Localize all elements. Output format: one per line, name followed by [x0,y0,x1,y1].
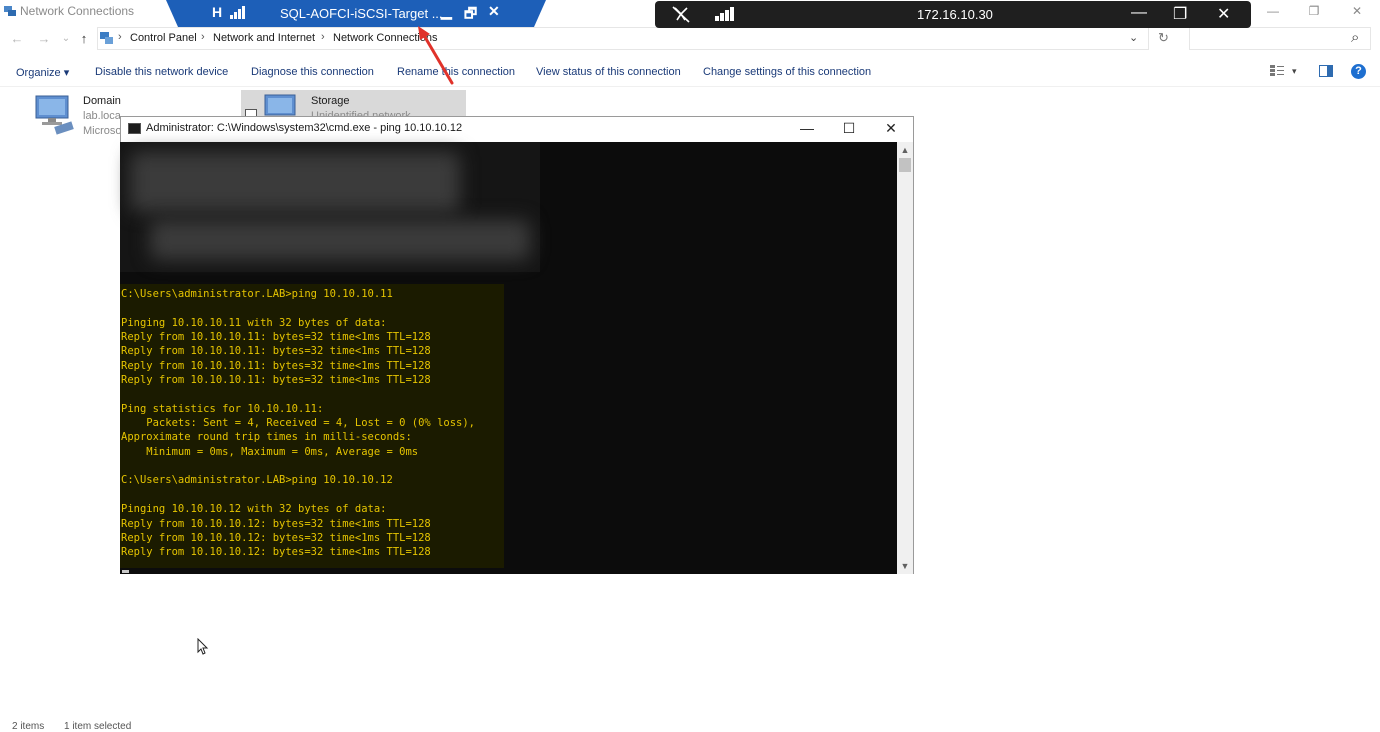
domain-connection-device: Microso [83,125,122,137]
console-cursor [122,570,129,573]
help-icon[interactable]: ? [1351,64,1366,79]
view-dropdown-icon[interactable]: ▾ [1292,66,1297,77]
console-output: C:\Users\administrator.LAB>ping 10.10.10… [121,288,476,559]
console-scrollbar[interactable] [897,142,913,574]
breadcrumb-network-and-internet[interactable]: Network and Internet [213,32,315,44]
storage-connection-name[interactable]: Storage [311,95,350,107]
status-bar [0,718,1380,729]
cmd-maximize-button[interactable]: ☐ [829,119,869,137]
network-connections-icon [4,6,16,16]
domain-network-adapter-icon[interactable] [33,94,77,136]
breadcrumb-control-panel[interactable]: Control Panel [130,32,197,44]
remote-connection-minimize-button[interactable]: — [1131,4,1147,22]
breadcrumb-separator: › [118,31,122,43]
status-selected-count: 1 item selected [64,721,132,732]
remote-close-button[interactable]: ✕ [488,3,500,20]
mouse-pointer-icon [197,638,209,655]
forward-arrow-icon[interactable]: → [36,31,52,47]
cmd-window-title: Administrator: C:\Windows\system32\cmd.e… [146,122,463,134]
domain-connection-network: lab.loca [83,110,121,122]
organize-button[interactable]: Organize ▾ [16,66,69,79]
search-icon[interactable]: ⌕ [1351,29,1359,46]
remote-minimize-button[interactable]: ▁ [441,3,452,20]
control-panel-icon [100,32,113,44]
view-status-button[interactable]: View status of this connection [536,66,681,78]
remote-session-title: SQL-AOFCI-iSCSI-Target ... [280,6,443,21]
recent-locations-icon[interactable]: ⌄ [58,31,74,47]
remote-restore-button[interactable]: 🗗 [464,3,477,27]
preview-pane-icon[interactable] [1319,65,1333,77]
search-input[interactable] [1189,27,1371,50]
diagnose-connection-button[interactable]: Diagnose this connection [251,66,374,78]
explorer-maximize-button[interactable]: ❐ [1299,2,1329,22]
scroll-up-icon[interactable]: ▲ [898,145,912,155]
signal-strength-icon [230,6,245,19]
view-options-icon[interactable] [1270,65,1284,77]
address-dropdown-icon[interactable]: ⌄ [1129,31,1138,44]
breadcrumb-separator: › [321,31,325,43]
breadcrumb-separator: › [201,31,205,43]
explorer-minimize-button[interactable]: — [1258,2,1288,22]
redacted-region [120,142,540,272]
up-arrow-icon[interactable]: ↑ [76,31,92,47]
annotation-arrow [418,26,454,85]
cmd-window-icon [128,123,141,134]
explorer-window-title: Network Connections [20,4,135,18]
cmd-minimize-button[interactable]: — [787,119,827,137]
remote-connection-close-button[interactable]: ✕ [1217,4,1230,24]
console-scroll-thumb[interactable] [899,158,911,172]
change-settings-button[interactable]: Change settings of this connection [703,66,871,78]
disable-device-button[interactable]: Disable this network device [95,66,228,78]
unpin-icon[interactable] [672,6,690,23]
back-arrow-icon[interactable]: ← [9,31,25,47]
storage-network-adapter-icon[interactable] [262,93,302,117]
remote-connection-restore-button[interactable]: ❐ [1173,4,1187,24]
refresh-icon[interactable]: ↻ [1158,30,1169,46]
scroll-down-icon[interactable]: ▼ [898,561,912,571]
cmd-close-button[interactable]: ✕ [871,119,911,137]
pin-icon[interactable]: H [212,4,222,20]
domain-connection-name[interactable]: Domain [83,95,121,107]
status-item-count: 2 items [12,721,45,732]
remote-connection-ip: 172.16.10.30 [917,7,993,22]
explorer-close-button[interactable]: ✕ [1342,2,1372,22]
connection-quality-icon [715,7,734,21]
